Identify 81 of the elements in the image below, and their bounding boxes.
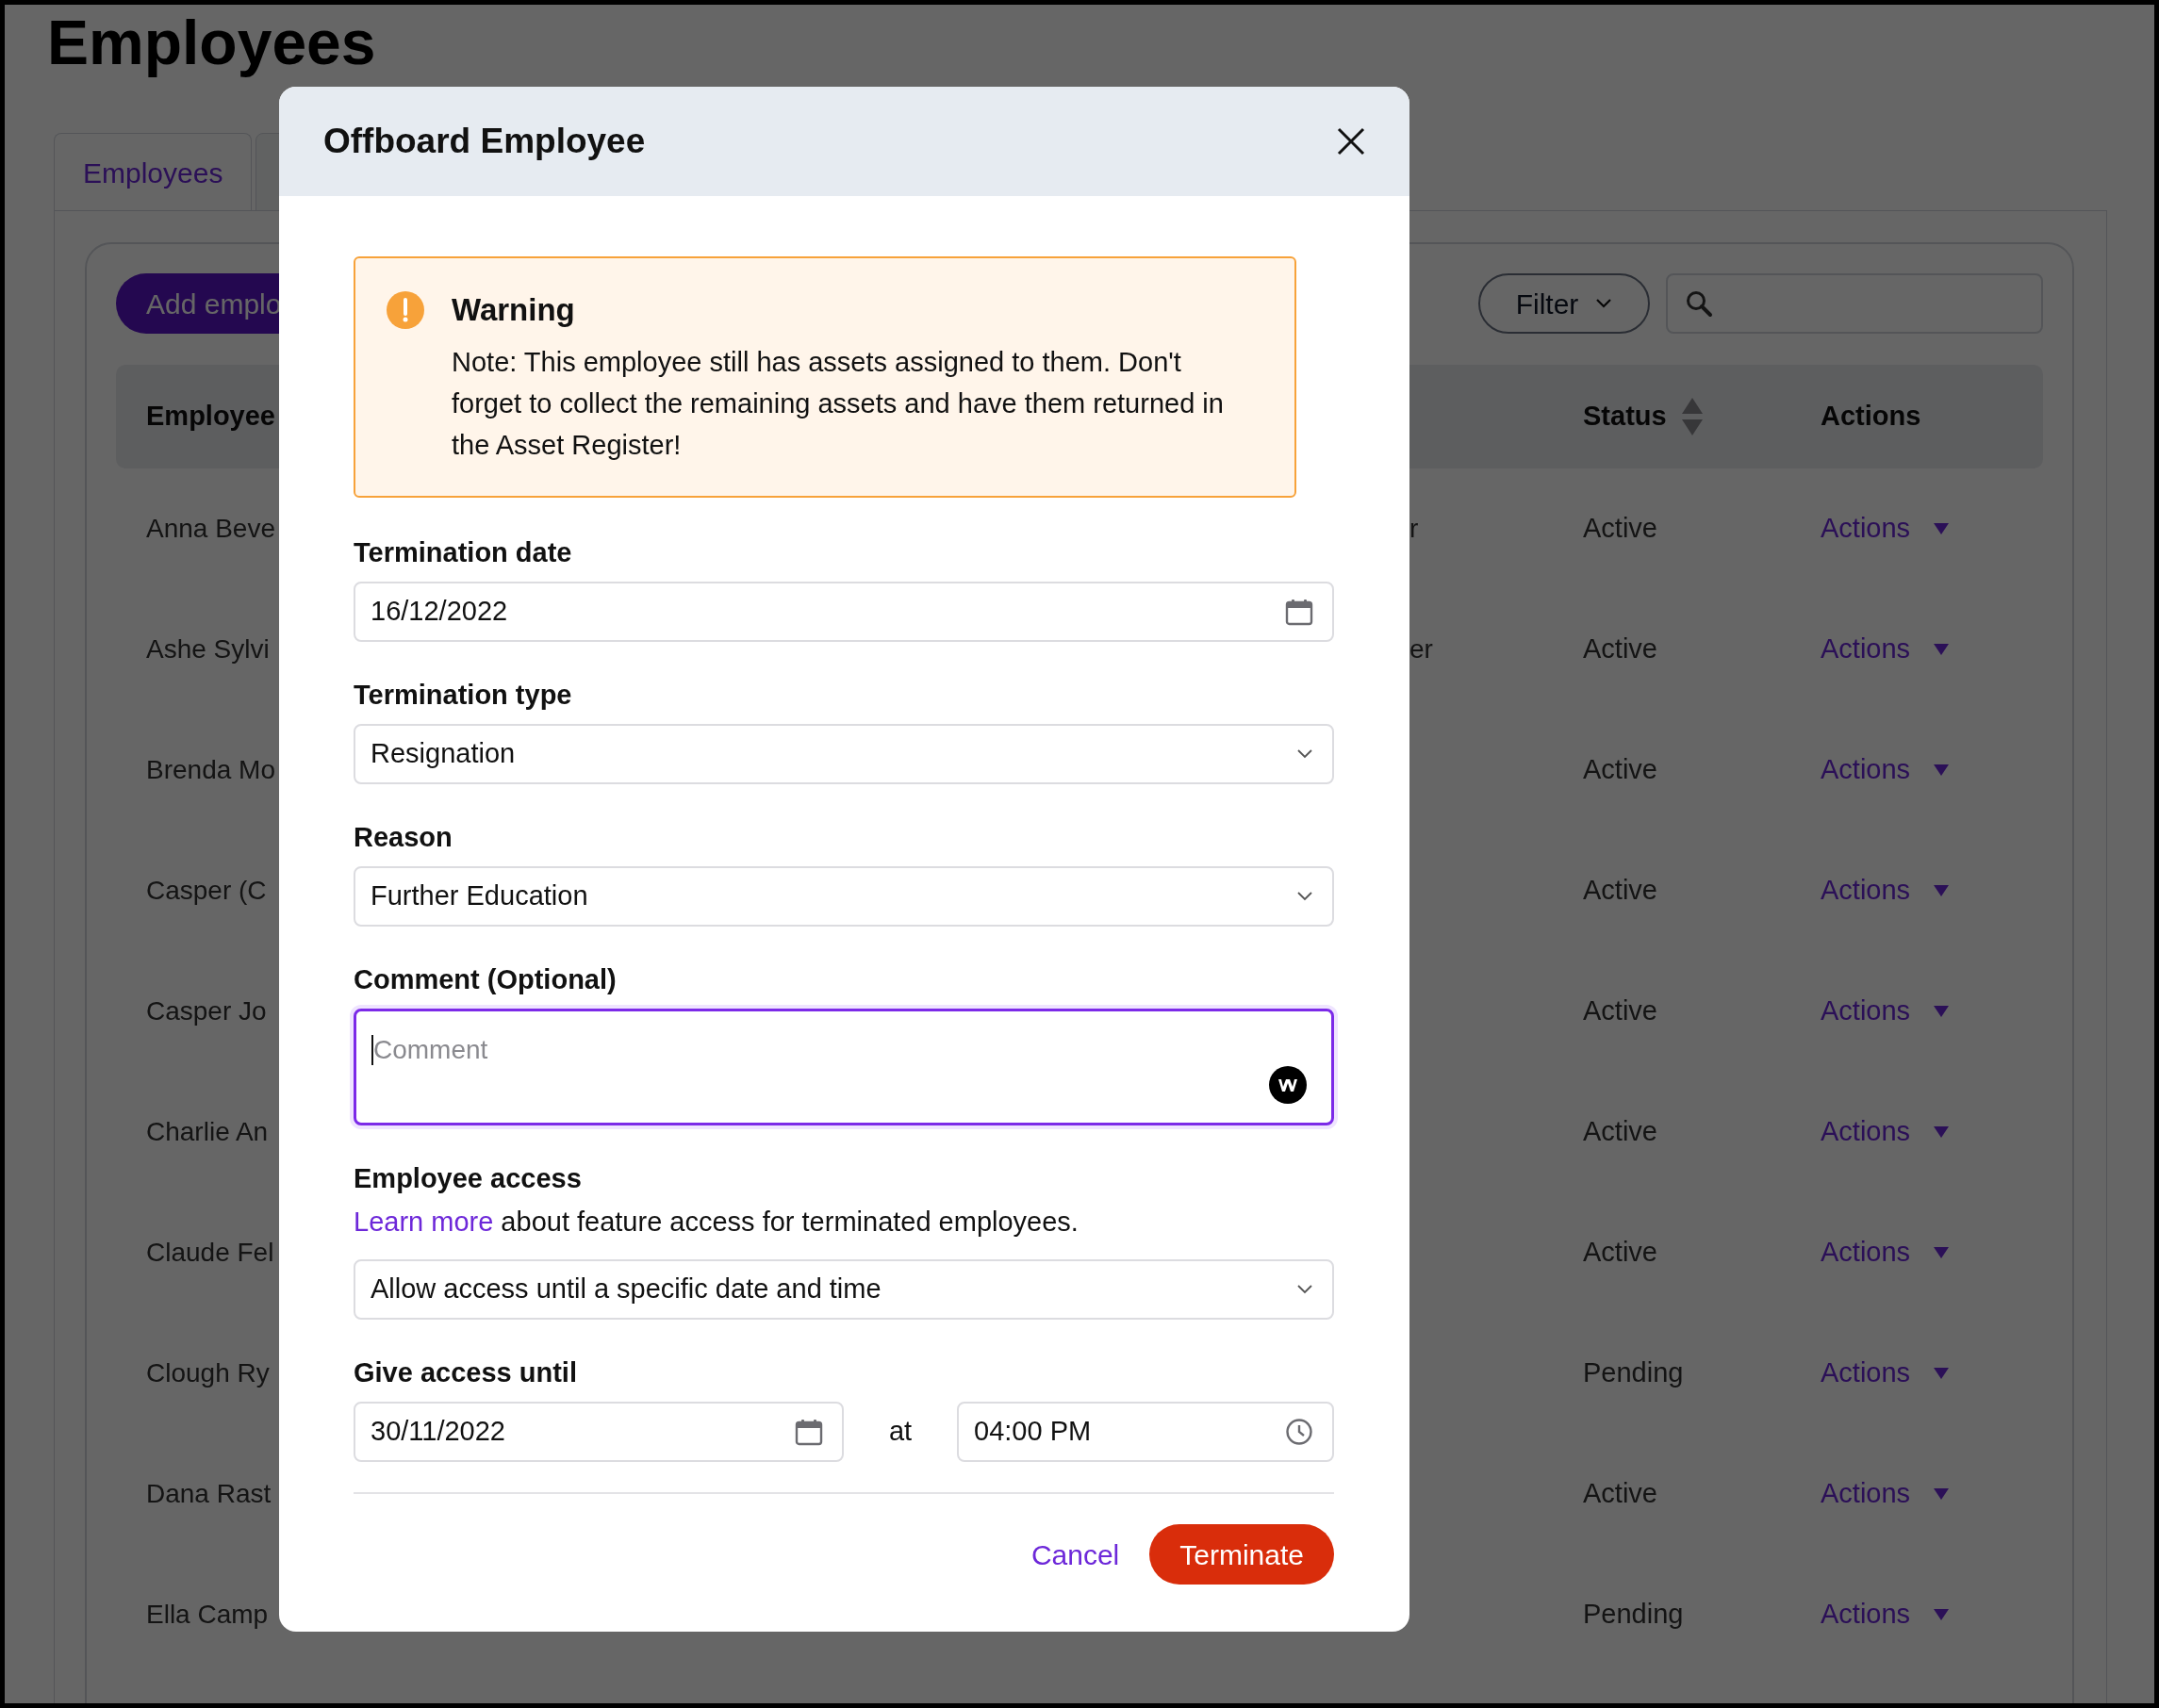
cancel-button[interactable]: Cancel	[1030, 1533, 1120, 1576]
caret-icon	[1933, 1125, 1951, 1139]
time-field[interactable]: 04:00 PM	[957, 1402, 1334, 1462]
table-cell: Brenda Mo	[146, 755, 275, 784]
chevron-down-icon	[1595, 298, 1613, 309]
caret-icon	[1933, 1367, 1951, 1380]
column-header[interactable]: Status	[1583, 396, 1705, 437]
calendar-icon	[1285, 598, 1313, 626]
chevron-down-icon	[1296, 748, 1313, 760]
column-header[interactable]: Actions	[1821, 396, 1921, 437]
help-text: Learn more about feature access for terminated employees.	[354, 1206, 1080, 1239]
caret-icon	[1933, 643, 1951, 656]
table-cell: Casper Jo	[146, 996, 267, 1026]
table-cell: Ella Camp	[146, 1600, 269, 1629]
table-cell: Clough Ry	[146, 1358, 270, 1388]
caret-icon	[1933, 1487, 1951, 1501]
sort-icon	[1679, 396, 1705, 437]
actions-dropdown[interactable]: Actions	[1821, 991, 1951, 1032]
date-field[interactable]: 16/12/2022	[354, 582, 1334, 642]
calendar-icon	[795, 1418, 823, 1446]
clock-icon	[1285, 1418, 1313, 1446]
warning-title: Warning	[452, 291, 576, 329]
filter-button[interactable]: Filter	[1478, 273, 1650, 334]
table-cell: Pending	[1583, 1357, 1684, 1388]
table-cell: Casper (C	[146, 876, 267, 905]
text-cursor	[371, 1035, 373, 1065]
section-label: Employee access	[354, 1162, 583, 1195]
table-cell: Dana Rast	[146, 1479, 272, 1508]
caret-icon	[1933, 884, 1951, 897]
table-cell: Active	[1583, 1478, 1657, 1509]
field-label: at	[887, 1415, 914, 1449]
actions-dropdown[interactable]: Actions	[1821, 508, 1951, 550]
search-icon	[1685, 289, 1713, 318]
learn-more-link[interactable]: Learn more	[354, 1207, 494, 1237]
caret-icon	[1933, 1005, 1951, 1018]
w-badge-icon	[1269, 1066, 1307, 1104]
terminate-button[interactable]: Terminate	[1149, 1524, 1334, 1585]
table-cell: Charlie An	[146, 1117, 269, 1146]
modal-title: Offboard Employee	[323, 121, 646, 163]
table-cell: Active	[1583, 1237, 1657, 1268]
caret-icon	[1933, 764, 1951, 777]
caret-icon	[1933, 1246, 1951, 1259]
table-cell: Active	[1583, 513, 1657, 544]
actions-dropdown[interactable]: Actions	[1821, 1353, 1951, 1394]
actions-dropdown[interactable]: Actions	[1821, 1232, 1951, 1273]
table-cell: Active	[1583, 875, 1657, 906]
select-field[interactable]: Further Education	[354, 866, 1334, 927]
chevron-down-icon	[1296, 891, 1313, 902]
field-label: Comment (Optional)	[354, 963, 618, 996]
table-cell: Claude Fel	[146, 1238, 274, 1267]
actions-dropdown[interactable]: Actions	[1821, 629, 1951, 670]
exclamation-icon	[386, 290, 425, 330]
warning-message: Note: This employee still has assets assigned to them. Don't forget to collect the remaining assets and have them returned in the Asset Register!	[452, 346, 1225, 462]
search-field[interactable]	[1666, 273, 2043, 334]
table-cell: Anna Beve	[146, 514, 275, 543]
select-field[interactable]: Resignation	[354, 724, 1334, 784]
actions-dropdown[interactable]: Actions	[1821, 1594, 1951, 1635]
actions-dropdown[interactable]: Actions	[1821, 749, 1951, 791]
field-label: Give access until	[354, 1356, 578, 1389]
caret-icon	[1933, 1608, 1951, 1621]
chevron-down-icon	[1296, 1284, 1313, 1295]
table-cell: Ashe Sylvi	[146, 634, 270, 664]
table-cell: r	[1409, 514, 1419, 543]
table-cell: Active	[1583, 1116, 1657, 1147]
column-header[interactable]: Employee	[146, 396, 275, 437]
table-cell: Active	[1583, 754, 1657, 785]
date-field[interactable]: 30/11/2022	[354, 1402, 844, 1462]
tab[interactable]: Employees	[54, 133, 253, 212]
table-cell: Active	[1583, 633, 1657, 665]
field-label: Reason	[354, 821, 453, 854]
table-cell: Pending	[1583, 1599, 1684, 1630]
page-title: Employees	[47, 7, 376, 79]
field-label: Termination date	[354, 536, 573, 569]
field-label: Termination type	[354, 679, 573, 712]
caret-icon	[1933, 522, 1951, 535]
actions-dropdown[interactable]: Actions	[1821, 1111, 1951, 1153]
table-cell: Active	[1583, 995, 1657, 1026]
select-field[interactable]: Allow access until a specific date and time	[354, 1259, 1334, 1320]
actions-dropdown[interactable]: Actions	[1821, 1473, 1951, 1515]
actions-dropdown[interactable]: Actions	[1821, 870, 1951, 911]
table-cell: er	[1409, 634, 1433, 664]
